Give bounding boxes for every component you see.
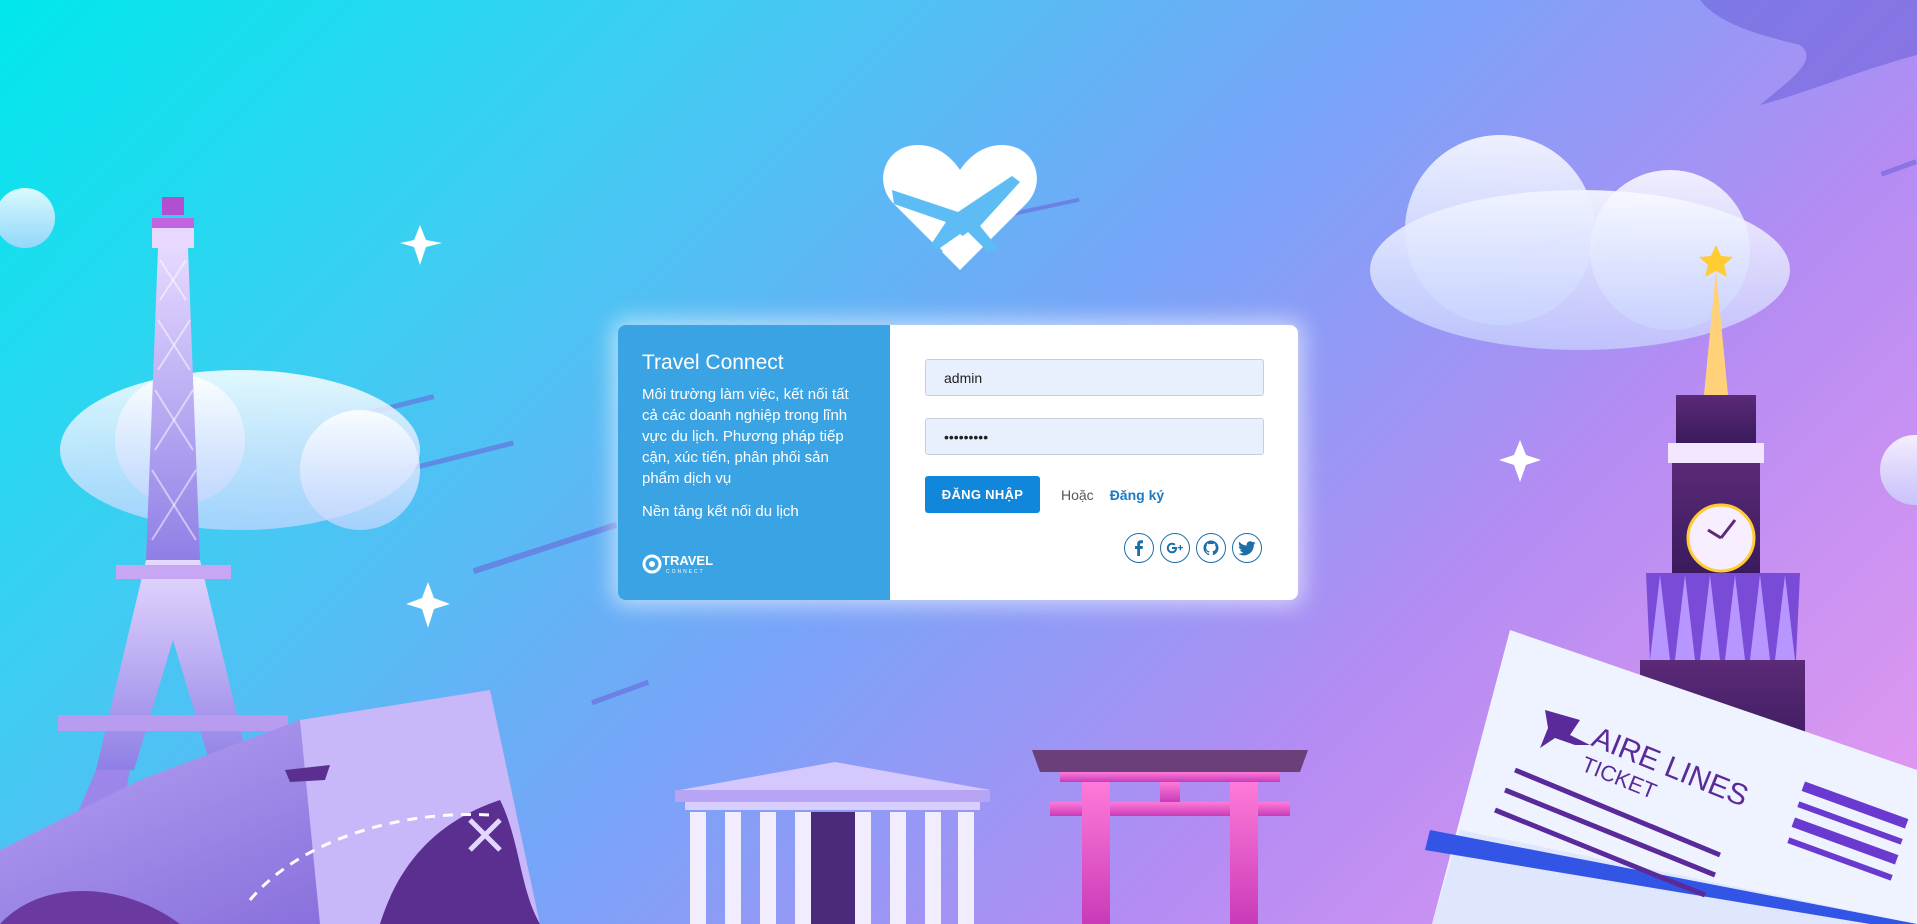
or-text: Hoặc	[1061, 486, 1094, 503]
parthenon	[675, 762, 990, 924]
info-panel: Travel Connect Môi trường làm việc, kết …	[618, 325, 890, 600]
cloud-right	[1370, 135, 1917, 505]
cloud-left	[0, 188, 420, 530]
logo-text: TRAVEL	[662, 553, 713, 568]
register-link[interactable]: Đăng ký	[1110, 487, 1164, 503]
password-input[interactable]	[925, 418, 1264, 455]
brand-title: Travel Connect	[642, 351, 784, 374]
torii-gate	[1032, 750, 1308, 924]
github-icon[interactable]	[1196, 533, 1226, 563]
facebook-icon[interactable]	[1124, 533, 1154, 563]
logo-subtext: CONNECT	[666, 569, 705, 575]
login-form: ĐĂNG NHẬP Hoặc Đăng ký	[890, 325, 1298, 600]
form-actions: ĐĂNG NHẬP Hoặc Đăng ký	[925, 476, 1264, 513]
google-plus-icon[interactable]	[1160, 533, 1190, 563]
brand-tagline: Nền tảng kết nối du lịch	[642, 503, 799, 520]
travel-connect-logo: TRAVEL CONNECT	[642, 552, 737, 576]
login-button[interactable]: ĐĂNG NHẬP	[925, 476, 1040, 513]
twitter-icon[interactable]	[1232, 533, 1262, 563]
heart-plane-logo	[883, 145, 1037, 270]
social-login-buttons	[1124, 533, 1262, 563]
brand-description: Môi trường làm việc, kết nối tất cả các …	[642, 386, 849, 487]
login-card: Travel Connect Môi trường làm việc, kết …	[618, 325, 1298, 600]
username-input[interactable]	[925, 359, 1264, 396]
